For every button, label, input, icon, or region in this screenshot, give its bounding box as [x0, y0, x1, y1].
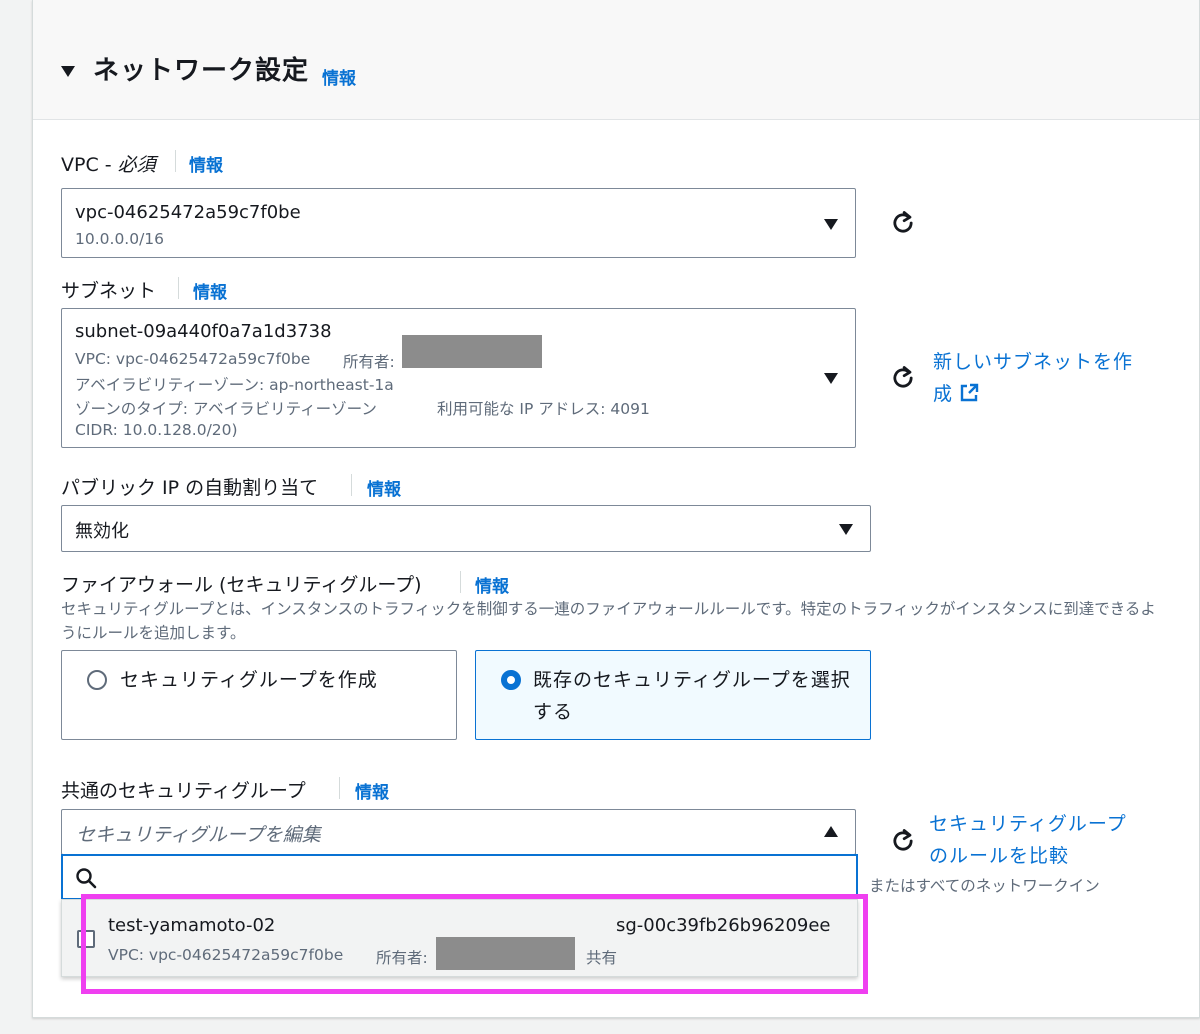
subnet-owner-label: 所有者: — [343, 353, 395, 371]
multiselect-placeholder: セキュリティグループを編集 — [76, 824, 321, 846]
subnet-zone-type: ゾーンのタイプ: アベイラビリティーゾーン — [75, 400, 377, 418]
tile-existing-security-group[interactable]: 既存のセキュリティグループを選択する — [475, 650, 871, 740]
subnet-info-link[interactable]: 情報 — [193, 278, 227, 303]
collapse-caret-icon[interactable] — [61, 66, 75, 77]
vpc-value: vpc-04625472a59c7f0be — [75, 202, 301, 223]
label-divider — [175, 150, 176, 172]
network-hint-text: またはすべてのネットワークイン — [869, 877, 1100, 895]
option-existing-label: 既存のセキュリティグループを選択する — [533, 669, 851, 723]
public-ip-value: 無効化 — [75, 521, 129, 542]
security-group-refresh-icon[interactable] — [889, 827, 917, 855]
public-ip-dropdown-icon — [839, 524, 853, 535]
firewall-info-link[interactable]: 情報 — [475, 572, 509, 597]
label-divider — [351, 474, 352, 496]
subnet-az: アベイラビリティーゾーン: ap-northeast-1a — [75, 376, 394, 394]
subnet-label: サブネット — [61, 280, 157, 302]
create-subnet-link[interactable]: 新しいサブネットを作成 — [933, 346, 1149, 410]
subnet-value: subnet-09a440f0a7a1d3738 — [75, 321, 332, 342]
security-group-option[interactable]: test-yamamoto-02 sg-00c39fb26b96209ee VP… — [62, 900, 857, 976]
vpc-refresh-icon[interactable] — [889, 209, 917, 237]
option-checkbox[interactable] — [77, 930, 95, 948]
subnet-cidr: CIDR: 10.0.128.0/20) — [75, 421, 238, 439]
radio-create[interactable] — [87, 670, 107, 690]
common-sg-info-link[interactable]: 情報 — [355, 778, 389, 803]
redacted-owner — [402, 335, 542, 368]
network-settings-panel: ネットワーク設定 情報 VPC - 必須 情報 vpc-04625472a59c… — [32, 0, 1200, 1018]
common-sg-label: 共通のセキュリティグループ — [61, 780, 306, 802]
subnet-ip-count: 利用可能な IP アドレス: 4091 — [437, 400, 650, 418]
compare-rules-link[interactable]: セキュリティグループのルールを比較 — [929, 808, 1144, 872]
multiselect-collapse-icon — [824, 826, 838, 837]
label-divider — [178, 277, 179, 299]
option-id: sg-00c39fb26b96209ee — [616, 915, 831, 936]
label-divider — [460, 571, 461, 593]
redacted-owner — [436, 937, 575, 970]
subnet-dropdown-icon — [824, 373, 838, 384]
security-group-multiselect[interactable]: セキュリティグループを編集 — [61, 809, 856, 855]
panel-header: ネットワーク設定 情報 — [33, 0, 1199, 120]
option-name: test-yamamoto-02 — [108, 915, 276, 936]
tile-create-security-group[interactable]: セキュリティグループを作成 — [61, 650, 457, 740]
search-icon — [76, 868, 97, 889]
vpc-label: VPC - 必須 — [61, 154, 156, 176]
firewall-label: ファイアウォール (セキュリティグループ) — [61, 574, 422, 596]
security-group-search-input[interactable] — [61, 854, 858, 900]
public-ip-info-link[interactable]: 情報 — [367, 475, 401, 500]
label-divider — [339, 777, 340, 799]
firewall-description: セキュリティグループとは、インスタンスのトラフィックを制御する一連のファイアウォ… — [61, 600, 1156, 642]
vpc-info-link[interactable]: 情報 — [189, 151, 223, 176]
radio-existing[interactable] — [501, 670, 521, 690]
security-group-option-list: test-yamamoto-02 sg-00c39fb26b96209ee VP… — [61, 899, 858, 977]
vpc-dropdown-icon — [824, 219, 838, 230]
option-shared: 共有 — [586, 949, 618, 967]
subnet-vpc: VPC: vpc-04625472a59c7f0be — [75, 350, 311, 368]
vpc-cidr: 10.0.0.0/16 — [75, 230, 165, 248]
external-link-icon — [960, 383, 979, 402]
section-info-link[interactable]: 情報 — [322, 64, 356, 89]
option-create-label: セキュリティグループを作成 — [120, 669, 378, 691]
subnet-refresh-icon[interactable] — [889, 364, 917, 392]
public-ip-select[interactable]: 無効化 — [61, 505, 871, 552]
subnet-select[interactable]: subnet-09a440f0a7a1d3738 VPC: vpc-046254… — [61, 308, 856, 448]
option-owner-label: 所有者: — [376, 949, 428, 967]
option-vpc: VPC: vpc-04625472a59c7f0be — [108, 946, 344, 964]
section-title: ネットワーク設定 — [93, 56, 310, 86]
vpc-select[interactable]: vpc-04625472a59c7f0be 10.0.0.0/16 — [61, 188, 856, 258]
public-ip-label: パブリック IP の自動割り当て — [61, 477, 319, 499]
